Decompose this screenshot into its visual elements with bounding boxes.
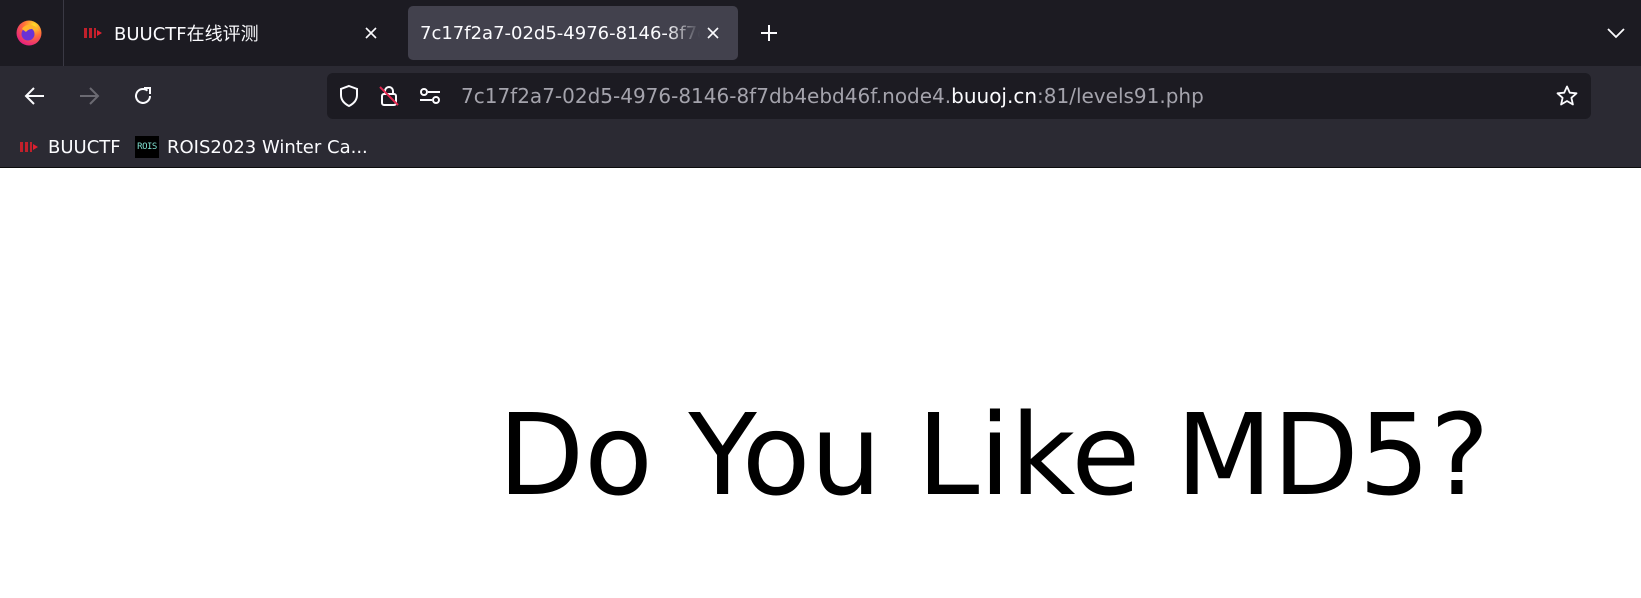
tab-title: 7c17f2a7-02d5-4976-8146-8f7db4ebd46f bbox=[420, 22, 700, 44]
reload-icon[interactable] bbox=[126, 79, 160, 113]
close-icon[interactable] bbox=[358, 20, 384, 46]
page-heading: Do You Like MD5? bbox=[498, 391, 1490, 521]
star-icon[interactable] bbox=[1553, 82, 1581, 110]
tab-title: BUUCTF在线评测 bbox=[114, 24, 259, 45]
tab-buuctf[interactable]: BUUCTF在线评测 bbox=[66, 6, 396, 60]
rois-favicon: ROIS bbox=[135, 136, 159, 158]
arrow-left-icon[interactable] bbox=[18, 79, 52, 113]
tab-strip: BUUCTF在线评测 7c17f2a7-02d5-4976-8146-8f7db… bbox=[0, 0, 1641, 66]
chevron-down-icon[interactable] bbox=[1601, 18, 1631, 48]
tab-active[interactable]: 7c17f2a7-02d5-4976-8146-8f7db4ebd46f bbox=[408, 6, 738, 60]
firefox-icon[interactable] bbox=[14, 18, 44, 48]
bookmark-buuctf[interactable]: BUUCTF bbox=[20, 134, 121, 160]
url-suffix: :81/levels91.php bbox=[1037, 84, 1204, 108]
url-bar[interactable]: 7c17f2a7-02d5-4976-8146-8f7db4ebd46f.nod… bbox=[327, 73, 1591, 119]
sliders-icon[interactable] bbox=[418, 84, 442, 108]
bookmark-rois[interactable]: ROIS ROIS2023 Winter Ca... bbox=[135, 134, 368, 160]
plus-icon[interactable] bbox=[752, 16, 786, 50]
shield-icon[interactable] bbox=[337, 84, 361, 108]
buuctf-favicon bbox=[20, 140, 38, 154]
navigation-toolbar: 7c17f2a7-02d5-4976-8146-8f7db4ebd46f.nod… bbox=[0, 66, 1641, 126]
lock-slash-icon[interactable] bbox=[377, 84, 401, 108]
url-text[interactable]: 7c17f2a7-02d5-4976-8146-8f7db4ebd46f.nod… bbox=[461, 84, 1204, 108]
bookmarks-toolbar: BUUCTF ROIS ROIS2023 Winter Ca... bbox=[0, 126, 1641, 168]
arrow-right-icon[interactable] bbox=[72, 79, 106, 113]
buuctf-favicon bbox=[84, 26, 102, 40]
page-content: Do You Like MD5? bbox=[0, 168, 1641, 598]
url-host: buuoj.cn bbox=[951, 84, 1038, 108]
tab-separator bbox=[63, 0, 64, 66]
close-icon[interactable] bbox=[700, 20, 726, 46]
bookmark-label: BUUCTF bbox=[48, 136, 121, 158]
bookmark-label: ROIS2023 Winter Ca... bbox=[167, 136, 368, 158]
url-prefix: 7c17f2a7-02d5-4976-8146-8f7db4ebd46f.nod… bbox=[461, 84, 952, 108]
